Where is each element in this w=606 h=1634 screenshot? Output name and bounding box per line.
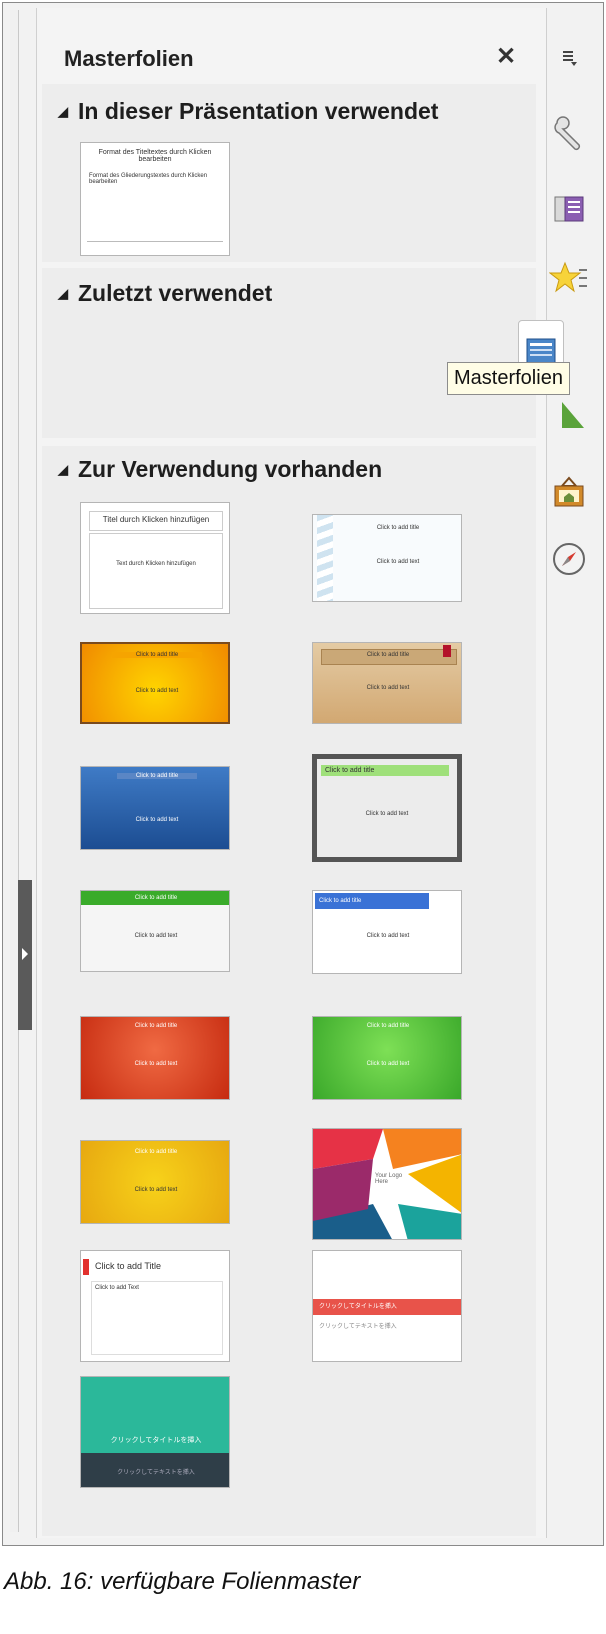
section-available-header[interactable]: ◢ Zur Verwendung vorhanden bbox=[58, 456, 382, 483]
tooltip: Masterfolien bbox=[447, 362, 570, 395]
thumb-body: Click to add text bbox=[134, 933, 178, 939]
thumb-body: Click to add Text bbox=[95, 1285, 139, 1291]
figure-caption: Abb. 16: verfügbare Folienmaster bbox=[4, 1568, 361, 1595]
menu-icon[interactable] bbox=[546, 34, 592, 80]
thumb-body: Click to add text bbox=[376, 559, 420, 565]
used-master-thumbnail[interactable]: Format des Titeltextes durch Klicken bea… bbox=[80, 142, 230, 256]
thumb-title: Click to add title bbox=[134, 1149, 178, 1155]
sidebar-tab-bar bbox=[546, 8, 603, 1538]
master-thumbnail[interactable]: Titel durch Klicken hinzufügen Text durc… bbox=[80, 502, 230, 614]
panel-title: Masterfolien bbox=[64, 46, 194, 71]
thumb-body: Text durch Klicken hinzufügen bbox=[116, 561, 196, 567]
thumb-body: クリックしてテキストを挿入 bbox=[117, 1470, 195, 1476]
thumb-title: Titel durch Klicken hinzufügen bbox=[102, 515, 210, 524]
master-thumbnail[interactable]: Click to add title Click to add text bbox=[80, 766, 230, 850]
thumb-body: クリックしてテキストを挿入 bbox=[319, 1324, 397, 1330]
master-thumbnail[interactable]: Click to add title Click to add text bbox=[80, 1016, 230, 1100]
green-partial-icon[interactable] bbox=[546, 392, 592, 438]
section-used-label: In dieser Präsentation verwendet bbox=[78, 98, 439, 124]
thumb-body: Click to add text bbox=[135, 688, 179, 694]
gallery-icon[interactable] bbox=[546, 470, 592, 516]
thumb-title: Click to add title bbox=[376, 525, 420, 531]
thumb-body-box bbox=[89, 533, 223, 609]
master-thumbnail[interactable]: Click to add title Click to add text bbox=[312, 514, 462, 602]
thumb-body: Click to add text bbox=[365, 811, 409, 817]
section-recent-header[interactable]: ◢ Zuletzt verwendet bbox=[58, 280, 272, 307]
thumb-title: Click to add title bbox=[366, 1023, 410, 1029]
collapse-triangle-icon: ◢ bbox=[58, 462, 68, 477]
thumb-title: Click to add title bbox=[112, 652, 202, 658]
master-thumbnail[interactable]: Your Logo Here bbox=[312, 1128, 462, 1240]
thumb-decoration bbox=[317, 515, 333, 601]
close-icon[interactable]: ✕ bbox=[496, 42, 516, 71]
section-used-header[interactable]: ◢ In dieser Präsentation verwendet bbox=[58, 98, 438, 125]
sidebar-collapse-handle[interactable] bbox=[18, 880, 32, 1030]
animation-star-icon[interactable] bbox=[546, 256, 592, 302]
thumb-body: Click to add text bbox=[135, 817, 179, 823]
thumb-title: Click to add title bbox=[366, 652, 410, 658]
master-thumbnail[interactable]: クリックしてタイトルを挿入 クリックしてテキストを挿入 bbox=[312, 1250, 462, 1362]
thumb-body: Click to add text bbox=[366, 933, 410, 939]
document-edge bbox=[10, 10, 19, 1532]
thumb-body: Click to add text bbox=[366, 1061, 410, 1067]
thumb-title: Format des Titeltextes durch Klicken bea… bbox=[98, 149, 212, 163]
slide-transition-icon[interactable] bbox=[546, 186, 592, 232]
thumb-title: Click to add title bbox=[134, 1023, 178, 1029]
thumb-title: Click to add title bbox=[315, 893, 429, 909]
master-thumbnail[interactable]: Click to add title Click to add text bbox=[312, 754, 462, 862]
master-thumbnail[interactable]: Click to add title Click to add text bbox=[80, 1140, 230, 1224]
thumb-title: クリックしてタイトルを挿入 bbox=[110, 1437, 202, 1444]
master-thumbnail[interactable]: Click to add Title Click to add Text bbox=[80, 1250, 230, 1362]
thumb-footer bbox=[87, 241, 223, 248]
collapse-triangle-icon: ◢ bbox=[58, 104, 68, 119]
section-available-label: Zur Verwendung vorhanden bbox=[78, 456, 383, 482]
thumb-title: Click to add title bbox=[117, 773, 197, 779]
bookmark-decoration bbox=[443, 645, 451, 657]
master-thumbnail[interactable]: クリックしてタイトルを挿入 クリックしてテキストを挿入 bbox=[80, 1376, 230, 1488]
section-recent-label: Zuletzt verwendet bbox=[78, 280, 273, 306]
title-accent-bar bbox=[83, 1259, 89, 1275]
thumb-title: Click to add Title bbox=[95, 1261, 162, 1271]
thumb-body: Format des Gliederungstextes durch Klick… bbox=[89, 173, 208, 185]
thumb-title: クリックしてタイトルを挿入 bbox=[313, 1299, 461, 1315]
navigator-icon[interactable] bbox=[546, 536, 592, 582]
collapse-triangle-icon: ◢ bbox=[58, 286, 68, 301]
thumb-title: Your Logo Here bbox=[375, 1173, 403, 1185]
wrench-icon[interactable] bbox=[546, 110, 592, 156]
thumb-body: Click to add text bbox=[366, 685, 410, 691]
thumb-title: Click to add title bbox=[81, 891, 229, 905]
master-thumbnail[interactable]: Click to add title Click to add text bbox=[312, 642, 462, 724]
thumb-body: Click to add text bbox=[134, 1187, 178, 1193]
thumb-title: Click to add title bbox=[321, 765, 449, 776]
expand-arrow-icon bbox=[22, 948, 28, 960]
master-thumbnail[interactable]: Click to add title Click to add text bbox=[80, 642, 230, 724]
thumb-body-box bbox=[91, 1281, 223, 1355]
thumb-body: Click to add text bbox=[134, 1061, 178, 1067]
master-thumbnail[interactable]: Click to add title Click to add text bbox=[80, 890, 230, 972]
master-thumbnail[interactable]: Click to add title Click to add text bbox=[312, 890, 462, 974]
master-thumbnail[interactable]: Click to add title Click to add text bbox=[312, 1016, 462, 1100]
